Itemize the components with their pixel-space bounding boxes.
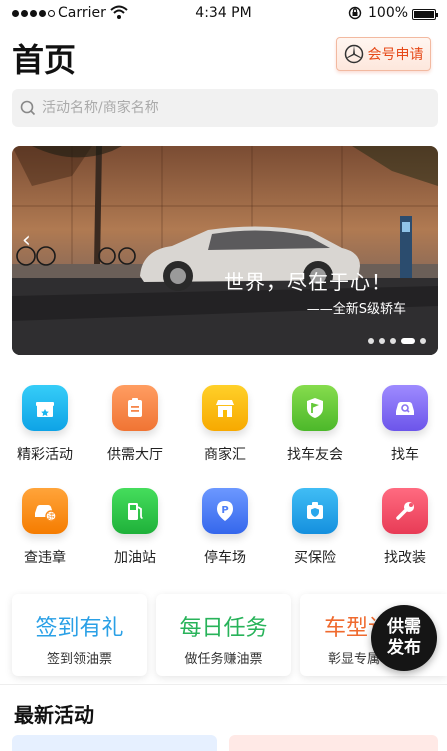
shop-icon [202,385,248,431]
status-bar: Carrier 4:34 PM 100% [0,0,447,28]
card-title: 每日任务 [179,616,268,641]
grid-label: 买保险 [294,550,336,566]
membership-apply-label: 会号申请 [367,47,424,63]
grid-label: 找车友会 [287,447,343,463]
grid-label: 供需大厅 [107,447,163,463]
grid-item-merchants[interactable]: 商家汇 [180,385,270,464]
car-violation-icon: 违 [22,488,68,534]
publish-supply-demand-button[interactable]: 供需 发布 [371,605,437,671]
banner-dot[interactable] [368,338,374,344]
card-daily-task[interactable]: 每日任务 做任务赚油票 [156,594,291,676]
page-title: 首页 [12,41,77,79]
search-input[interactable] [42,100,422,116]
grid-item-modification[interactable]: 找改装 [360,488,447,567]
banner-dot[interactable] [379,338,385,344]
grid-item-find-car[interactable]: 找车 [360,385,447,464]
grid-item-insurance[interactable]: 买保险 [270,488,360,567]
card-title: 签到有礼 [35,616,124,641]
svg-text:违: 违 [48,513,55,521]
banner-prev-arrow[interactable]: ‹ [22,228,31,253]
car-banner-image [12,146,438,355]
promo-banner[interactable]: ‹ 世界，尽在于心！ ——全新S级轿车 [12,146,438,355]
battery-percent: 100% [368,5,409,21]
banner-dot-active[interactable] [401,338,415,344]
banner-slogan: 世界，尽在于心！ [224,270,392,294]
grid-label: 找改装 [384,550,426,566]
fuel-pump-icon [112,488,158,534]
grid-item-gas-station[interactable]: 加油站 [90,488,180,567]
activity-card-peek[interactable] [229,735,438,751]
search-bar[interactable] [12,89,438,127]
card-sign-in[interactable]: 签到有礼 签到领油票 [12,594,147,676]
membership-apply-button[interactable]: 会号申请 [336,37,431,71]
activity-card-peek[interactable] [12,735,217,751]
grid-item-parking[interactable]: P 停车场 [180,488,270,567]
gift-icon [22,385,68,431]
flag-shield-icon [292,385,338,431]
car-search-icon [382,385,428,431]
search-icon [20,100,36,116]
banner-subtitle: ——全新S级轿车 [306,302,406,317]
mercedes-star-icon [344,44,363,64]
fab-line-1: 供需 [387,617,421,637]
banner-dot[interactable] [390,338,396,344]
grid-item-violations[interactable]: 违 查违章 [0,488,90,567]
banner-pagination[interactable] [368,338,426,344]
grid-label: 精彩活动 [17,447,73,463]
section-title-latest-activities: 最新活动 [14,703,94,727]
insurance-icon [292,488,338,534]
clipboard-icon [112,385,158,431]
grid-item-car-clubs[interactable]: 找车友会 [270,385,360,464]
card-subtitle: 做任务赚油票 [184,652,263,667]
svg-text:P: P [221,505,228,516]
grid-label: 商家汇 [204,447,246,463]
parking-icon: P [202,488,248,534]
grid-item-supply-demand[interactable]: 供需大厅 [90,385,180,464]
grid-label: 停车场 [204,550,246,566]
card-subtitle: 签到领油票 [46,652,112,667]
rotation-lock-icon [348,6,362,20]
grid-label: 找车 [391,447,419,463]
battery-icon [412,9,438,20]
wrench-icon [382,488,428,534]
grid-label: 加油站 [114,550,156,566]
fab-line-2: 发布 [387,638,421,658]
banner-dot[interactable] [420,338,426,344]
grid-item-activities[interactable]: 精彩活动 [0,385,90,464]
grid-label: 查违章 [24,550,66,566]
section-divider [0,684,447,685]
